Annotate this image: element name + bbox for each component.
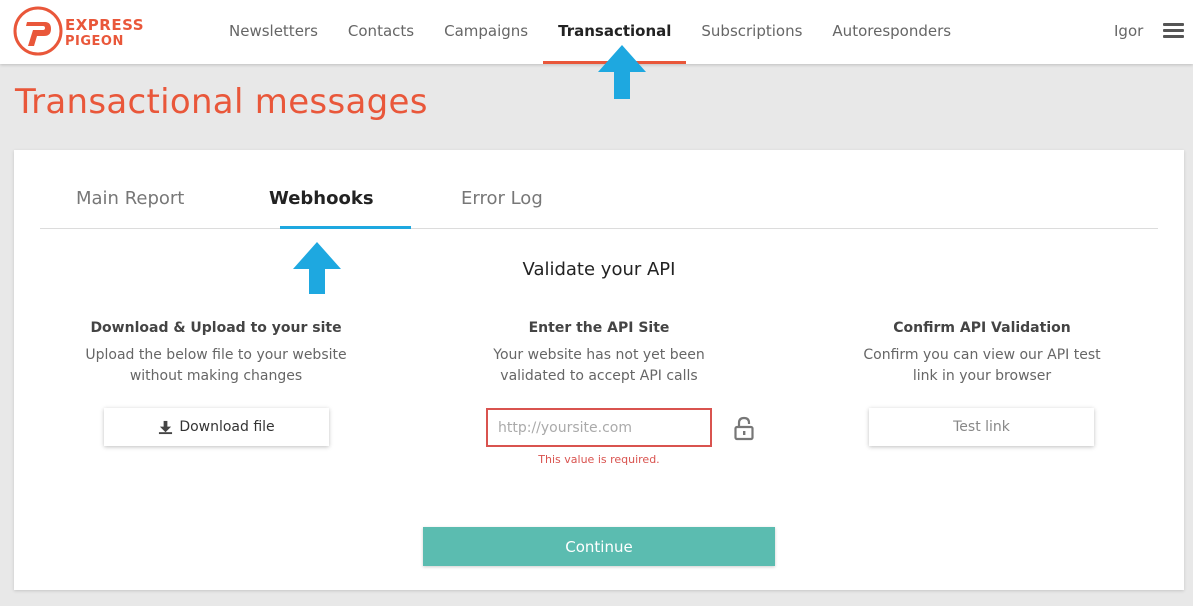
hamburger-icon[interactable] [1163, 23, 1184, 39]
nav-newsletters[interactable]: Newsletters [214, 0, 333, 64]
step-description: Upload the below file to your website wi… [56, 345, 376, 387]
step-description-line: validated to accept API calls [500, 368, 698, 384]
tab-bar: Main Report Webhooks Error Log [40, 150, 1158, 229]
step-title: Enter the API Site [528, 320, 670, 336]
webhooks-card: Main Report Webhooks Error Log Validate … [14, 150, 1184, 590]
active-tab-indicator [280, 226, 411, 229]
pigeon-logo-icon [13, 6, 63, 56]
step-description: Your website has not yet been validated … [439, 345, 759, 387]
tab-main-report[interactable]: Main Report [76, 188, 184, 209]
step-title: Download & Upload to your site [90, 320, 342, 336]
tab-error-log[interactable]: Error Log [461, 188, 543, 209]
download-icon [159, 420, 173, 434]
nav-subscriptions[interactable]: Subscriptions [686, 0, 817, 64]
step-description: Confirm you can view our API test link i… [822, 345, 1142, 387]
api-site-error: This value is required. [538, 453, 660, 466]
page-title: Transactional messages [15, 82, 428, 122]
step-title: Confirm API Validation [893, 320, 1071, 336]
step-description-line: link in your browser [912, 368, 1052, 384]
nav-campaigns[interactable]: Campaigns [429, 0, 543, 64]
nav-autoresponders[interactable]: Autoresponders [817, 0, 966, 64]
continue-button[interactable]: Continue [423, 527, 775, 566]
step-download: Download & Upload to your site Upload th… [56, 320, 376, 387]
step-description-line: without making changes [129, 368, 303, 384]
section-title: Validate your API [522, 259, 676, 280]
api-site-input[interactable] [486, 408, 712, 447]
step-description-line: Upload the below file to your website [85, 347, 347, 363]
main-nav: Newsletters Contacts Campaigns Transacti… [214, 0, 966, 64]
step-description-line: Your website has not yet been [493, 347, 705, 363]
step-enter-site: Enter the API Site Your website has not … [439, 320, 759, 387]
tab-webhooks[interactable]: Webhooks [269, 188, 374, 209]
download-file-label: Download file [179, 419, 275, 435]
user-menu[interactable]: Igor [1114, 22, 1143, 40]
logo-word-express: EXPRESS [65, 16, 145, 34]
brand-logo[interactable]: EXPRESS PIGEON [13, 6, 145, 58]
step-description-line: Confirm you can view our API test [863, 347, 1101, 363]
logo-word-pigeon: PIGEON [65, 34, 124, 49]
lock-icon[interactable] [733, 416, 755, 441]
test-link-button[interactable]: Test link [869, 408, 1094, 446]
nav-contacts[interactable]: Contacts [333, 0, 429, 64]
annotation-arrow-up-icon [598, 45, 646, 99]
download-file-button[interactable]: Download file [104, 408, 329, 446]
step-confirm: Confirm API Validation Confirm you can v… [822, 320, 1142, 387]
